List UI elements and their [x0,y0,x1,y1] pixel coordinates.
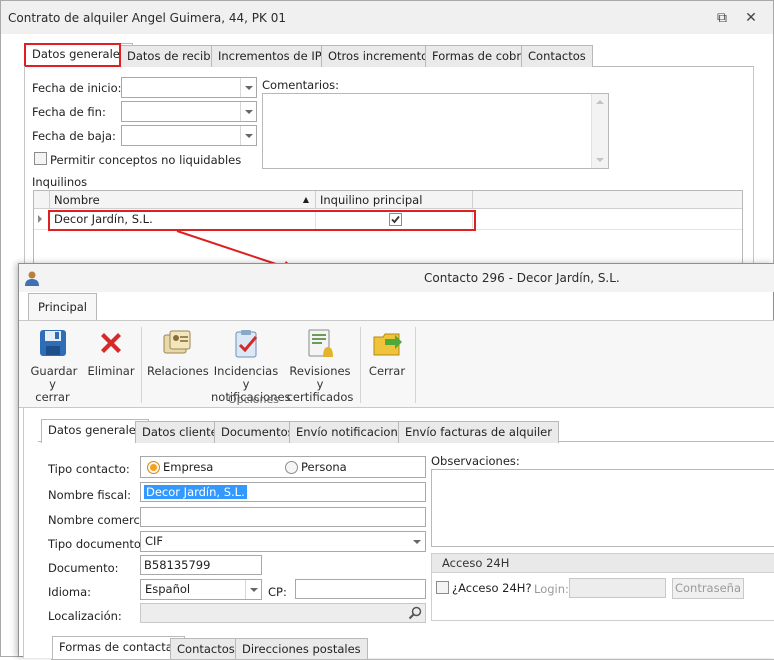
contact-window-title: Contacto 296 - Decor Jardín, S.L. [424,271,620,285]
nombre-fiscal-input[interactable]: Decor Jardín, S.L. [140,482,426,502]
acceso-24h-label: ¿Acceso 24H? [452,581,532,595]
acceso-24h-checkbox[interactable] [436,581,449,594]
tab-otros-incrementos[interactable]: Otros incrementos [321,45,442,67]
nombre-fiscal-label: Nombre fiscal: [48,488,132,502]
documento-label: Documento: [48,561,119,575]
contract-window-title: Contrato de alquiler Angel Guimera, 44, … [8,11,286,25]
chevron-down-icon[interactable] [245,580,261,599]
column-nombre-label: Nombre [54,193,100,207]
sort-ascending-icon: ▲ [302,195,309,204]
empresa-radio[interactable] [147,461,160,474]
chevron-down-icon[interactable] [240,78,256,97]
tab-incrementos-ipc[interactable]: Incrementos de IPC [211,45,337,67]
certificate-bell-icon [308,329,333,357]
column-principal-label: Inquilino principal [320,193,423,207]
revisiones-label: Revisiones y certificados [286,364,354,404]
tipo-documento-select[interactable]: CIF [140,531,426,552]
permitir-checkbox[interactable] [34,152,47,165]
column-header-nombre[interactable]: Nombre ▲ [50,191,316,209]
restore-icon[interactable]: ⧉ [711,9,733,27]
close-icon[interactable]: ✕ [740,9,762,27]
inquilinos-label: Inquilinos [32,175,88,189]
ribbon-tab-principal[interactable]: Principal [28,293,98,321]
tab-datos-recibo[interactable]: Datos de recibo [120,45,225,67]
relaciones-button[interactable]: Relaciones [147,327,209,378]
memo-scrollbar[interactable] [591,94,608,168]
ribbon-separator [360,327,361,403]
comentarios-memo[interactable] [262,93,609,169]
ribbon-separator [141,327,142,403]
chevron-down-icon[interactable] [409,532,425,551]
acceso-24h-group: Acceso 24H ¿Acceso 24H? Login: Contraseñ… [431,553,774,621]
grid-empty-header [473,191,742,209]
row-indicator-icon [38,215,42,223]
clipboard-check-icon [235,330,258,358]
fecha-baja-label: Fecha de baja: [32,129,116,143]
localizacion-label: Localización: [48,609,122,623]
column-header-principal[interactable]: Inquilino principal [316,191,473,209]
comentarios-label: Comentarios: [262,78,340,92]
fecha-inicio-field[interactable] [121,77,257,98]
fecha-inicio-label: Fecha de inicio: [32,81,122,95]
ribbon-toolbar: Guardar y cerrar Eliminar Relaciones Inc… [19,320,774,408]
localizacion-input[interactable] [140,603,426,623]
tab-formas-cobro[interactable]: Formas de cobro [425,45,535,67]
tab-formas-contactar[interactable]: Formas de contactar [52,636,185,660]
contract-titlebar: Contrato de alquiler Angel Guimera, 44, … [1,1,773,34]
chevron-down-icon[interactable] [240,126,256,145]
observaciones-label: Observaciones: [431,454,520,468]
folder-exit-icon [373,333,402,356]
idioma-value: Español [145,582,191,596]
persona-radio[interactable] [285,461,298,474]
revisiones-button[interactable]: Revisiones y certificados [285,327,355,404]
contact-titlebar: Contacto 296 - Decor Jardín, S.L. [19,264,774,292]
tipo-documento-value: CIF [145,534,164,548]
tab-contactos[interactable]: Contactos [521,45,593,67]
idioma-label: Idioma: [48,585,92,599]
fecha-baja-field[interactable] [121,125,257,146]
fecha-fin-label: Fecha de fin: [32,105,106,119]
search-icon[interactable] [408,606,422,620]
user-icon [25,271,39,286]
cp-input[interactable] [295,579,426,599]
persona-label: Persona [301,460,347,474]
highlight-tab-box [24,43,121,67]
cp-label: CP: [268,585,287,599]
documento-input[interactable]: B58135799 [140,555,262,575]
guardar-cerrar-button[interactable]: Guardar y cerrar [25,327,80,404]
cerrar-button[interactable]: Cerrar [365,327,409,378]
guardar-label: Guardar y cerrar [30,364,78,404]
nombre-comercial-input[interactable] [140,507,426,527]
observaciones-memo[interactable] [431,469,774,547]
fecha-fin-field[interactable] [121,101,257,122]
tab-envio-facturas[interactable]: Envío facturas de alquiler [398,421,559,443]
eliminar-label: Eliminar [87,364,135,378]
contrasena-button[interactable]: Contraseña [672,578,744,599]
login-label: Login: [534,582,569,596]
tipo-contacto-group: Empresa Persona [140,456,426,478]
tab-datos-generales[interactable]: Datos generales [41,419,149,443]
opciones-group-label: Opciones [228,393,279,406]
login-input[interactable] [569,578,666,598]
nombre-fiscal-value: Decor Jardín, S.L. [144,485,247,499]
idioma-select[interactable]: Español [140,579,262,600]
permitir-label: Permitir conceptos no liquidables [50,153,242,167]
contact-form-area: Datos generales Datos cliente Documentos… [23,408,774,660]
cerrar-label: Cerrar [368,364,406,378]
tab-datos-cliente[interactable]: Datos cliente [135,421,225,443]
tab-documentos[interactable]: Documentos [214,421,301,443]
contact-window: Contacto 296 - Decor Jardín, S.L. Princi… [18,263,774,660]
delete-icon [101,333,121,353]
tipo-documento-label: Tipo documento: [48,537,145,551]
ribbon-separator [415,327,416,403]
grid-indicator-header [34,191,50,209]
save-icon [39,330,66,356]
eliminar-button[interactable]: Eliminar [87,327,135,378]
acceso-24h-header: Acceso 24H [432,554,774,573]
contacts-card-icon [163,330,191,354]
empresa-label: Empresa [163,460,214,474]
chevron-down-icon[interactable] [240,102,256,121]
relaciones-label: Relaciones [147,364,209,378]
tipo-contacto-label: Tipo contacto: [48,462,130,476]
